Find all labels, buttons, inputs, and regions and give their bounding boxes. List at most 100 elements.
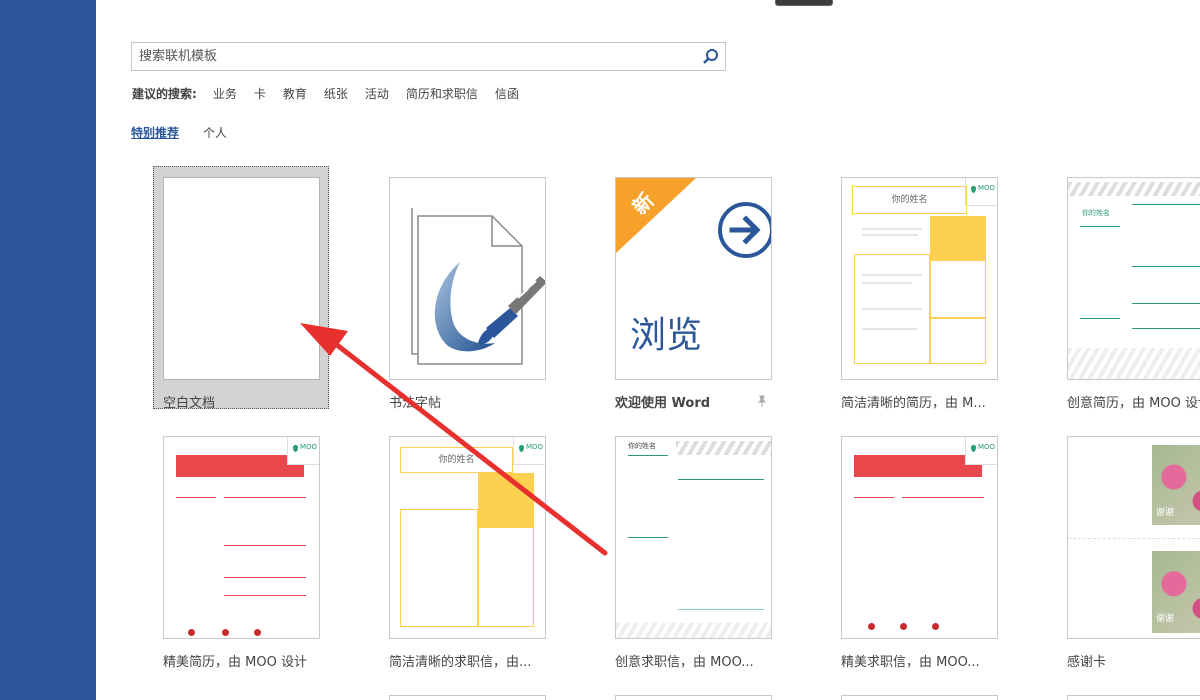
- template-label: 欢迎使用 Word: [615, 396, 711, 411]
- moo-text: MOO: [526, 443, 544, 451]
- resume-text-line: [862, 234, 918, 236]
- moo-badge: MOO: [965, 178, 997, 206]
- email-icon: [222, 629, 229, 636]
- flower-photo: 谢谢: [1152, 551, 1200, 633]
- moo-badge: MOO: [287, 437, 319, 465]
- resume-text-line: [862, 328, 917, 330]
- phone-icon: [188, 629, 195, 636]
- template-thumbnail: 你的姓名 MOO: [389, 436, 546, 639]
- suggested-link-card[interactable]: 卡: [254, 85, 266, 102]
- creative-header-pattern: [676, 441, 771, 455]
- suggested-link-letter[interactable]: 信函: [495, 85, 519, 102]
- moo-badge: MOO: [513, 437, 545, 465]
- template-thumbnail: 谢谢 谢谢: [1067, 436, 1200, 639]
- link-icon: [254, 629, 261, 636]
- template-thumbnail-partial[interactable]: [841, 695, 998, 700]
- phone-icon: [868, 623, 875, 630]
- creative-footer-pattern: [1068, 348, 1200, 379]
- template-label: 空白文档: [163, 396, 216, 411]
- search-icon[interactable]: [702, 48, 720, 66]
- letter-body-box: [400, 509, 478, 627]
- letter-name-box: 你的姓名: [400, 447, 513, 473]
- resume-text-line: [862, 282, 912, 284]
- moo-text: MOO: [978, 443, 996, 451]
- elegant-red-header: [854, 455, 982, 477]
- elegant-line: [224, 497, 306, 498]
- template-label: 书法字帖: [389, 396, 442, 411]
- search-box: [131, 42, 726, 71]
- moo-drop-icon: [519, 445, 524, 452]
- browse-text: 浏览: [630, 315, 703, 356]
- template-tabs: 特别推荐 个人: [131, 124, 251, 141]
- moo-badge: MOO: [965, 437, 997, 465]
- moo-drop-icon: [293, 445, 298, 452]
- app-sidebar: [0, 0, 96, 700]
- moo-drop-icon: [971, 186, 976, 193]
- template-label: 创意简历，由 MOO 设计: [1067, 396, 1200, 411]
- moo-text: MOO: [300, 443, 318, 451]
- template-thumbnail-partial[interactable]: [615, 695, 772, 700]
- tab-personal[interactable]: 个人: [203, 124, 227, 141]
- creative-line: [1132, 204, 1200, 205]
- resume-name-box: 你的姓名: [852, 186, 967, 214]
- creative-line: [1080, 318, 1120, 319]
- suggested-link-resume[interactable]: 简历和求职信: [406, 85, 478, 102]
- template-thumbnail: [163, 177, 320, 380]
- template-label: 简洁清晰的简历，由 M...: [841, 396, 986, 411]
- template-label: 创意求职信，由 MOO...: [615, 655, 754, 670]
- letter-yellow-block: [478, 473, 534, 527]
- elegant-line: [224, 595, 306, 596]
- creative-footer-pattern: [616, 623, 771, 638]
- creative-header-pattern: [1068, 182, 1200, 196]
- suggested-link-education[interactable]: 教育: [283, 85, 307, 102]
- elegant-red-header: [176, 455, 304, 477]
- flower-photo: 谢谢: [1152, 445, 1200, 525]
- tab-featured[interactable]: 特别推荐: [131, 124, 179, 141]
- resume-skills-box: [930, 318, 986, 364]
- link-icon: [932, 623, 939, 630]
- creative-line: [628, 537, 668, 538]
- suggested-link-business[interactable]: 业务: [213, 85, 237, 102]
- search-input[interactable]: [132, 43, 692, 70]
- pin-icon[interactable]: [757, 395, 767, 407]
- template-label: 精美简历，由 MOO 设计: [163, 655, 307, 670]
- suggested-searches: 建议的搜索: 业务 卡 教育 纸张 活动 简历和求职信 信函: [132, 84, 536, 102]
- suggested-link-event[interactable]: 活动: [365, 85, 389, 102]
- resume-text-line: [862, 228, 922, 230]
- template-thumbnail: 你的姓名: [1067, 177, 1200, 380]
- elegant-line: [224, 545, 306, 546]
- creative-line: [1132, 266, 1200, 267]
- template-label: 精美求职信，由 MOO...: [841, 655, 980, 670]
- template-label: 简洁清晰的求职信，由...: [389, 655, 532, 670]
- template-thumbnail-partial[interactable]: [389, 695, 546, 700]
- elegant-line: [854, 497, 894, 498]
- creative-line: [1080, 226, 1120, 227]
- suggested-label: 建议的搜索:: [132, 86, 197, 101]
- card-fold-line: [1068, 538, 1200, 539]
- moo-text: MOO: [978, 184, 996, 192]
- template-thumbnail: 你的姓名 MOO: [841, 177, 998, 380]
- creative-line: [678, 479, 764, 480]
- creative-line: [1132, 328, 1200, 329]
- resume-contact-box: [930, 260, 986, 318]
- elegant-line: [176, 497, 216, 498]
- elegant-line: [224, 577, 306, 578]
- creative-letter-name: 你的姓名: [628, 442, 656, 450]
- resume-yellow-block: [930, 216, 986, 260]
- template-thumbnail: MOO: [163, 436, 320, 639]
- letter-side-box: [478, 527, 534, 627]
- template-label: 感谢卡: [1067, 655, 1107, 670]
- resume-text-line: [862, 274, 922, 276]
- template-thumbnail: [389, 177, 546, 380]
- calligraphy-brush-icon: [411, 208, 545, 365]
- moo-drop-icon: [971, 445, 976, 452]
- suggested-link-paper[interactable]: 纸张: [324, 85, 348, 102]
- thank-you-text: 谢谢: [1156, 508, 1175, 518]
- creative-line: [628, 455, 668, 456]
- creative-line: [1132, 303, 1200, 304]
- creative-resume-name: 你的姓名: [1082, 209, 1110, 217]
- window-control[interactable]: [775, 0, 833, 6]
- template-thumbnail-partial[interactable]: [1067, 695, 1200, 700]
- creative-line: [678, 609, 764, 610]
- template-thumbnail: 你的姓名: [615, 436, 772, 639]
